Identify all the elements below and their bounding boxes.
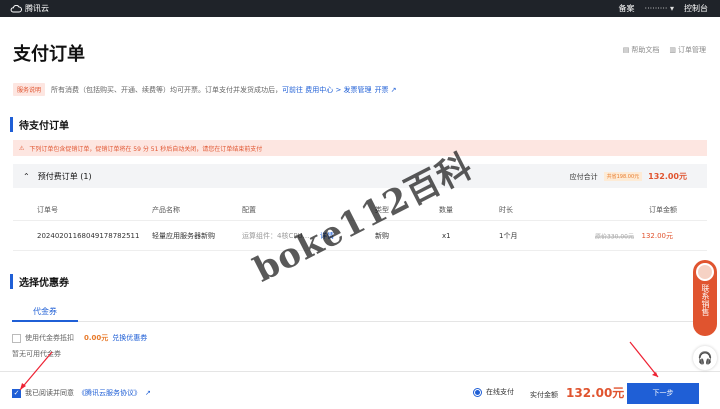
pay-method-option[interactable]: 在线支付 — [473, 387, 514, 397]
promo-warning-text: 下列订单包含促销订单，促销订单将在 59 分 51 秒后自动关闭，请您在订单结束… — [29, 145, 263, 153]
col-config: 配置 — [242, 205, 256, 214]
col-order-no: 订单号 — [37, 205, 58, 214]
issue-invoice-link[interactable]: 开票 — [375, 85, 389, 95]
avatar — [696, 263, 714, 281]
tab-voucher[interactable]: 代金券 — [12, 304, 78, 322]
col-amount: 订单金额 — [649, 205, 677, 214]
pending-orders-heading: 待支付订单 — [10, 117, 69, 132]
pay-amount-label: 实付金额 — [530, 391, 558, 399]
contact-sales-label: 联系销售 — [701, 284, 710, 316]
brand-name: 腾讯云 — [25, 4, 49, 13]
prepaid-order-group[interactable]: ⌃ 预付费订单 (1) 应付合计 共省198.00元 132.00元 — [13, 164, 707, 188]
agreement-link[interactable]: 《腾讯云服务协议》 — [78, 388, 141, 398]
promo-warning: ⚠ 下列订单包含促销订单，促销订单将在 59 分 51 秒后自动关闭，请您在订单… — [13, 140, 707, 156]
notice-text: 所有消费（包括购买、开通、续费等）均可开票。订单支付并发货成功后， — [51, 85, 283, 94]
external-link-icon: ↗ — [390, 85, 397, 94]
order-number: 20240201168049178782511 — [37, 231, 140, 240]
col-product: 产品名称 — [152, 205, 180, 214]
headset-icon[interactable]: 🎧 — [693, 346, 717, 370]
doc-icon: ▤ — [622, 46, 630, 54]
invoice-link[interactable]: 可前往 费用中心 > 发票管理 — [282, 85, 372, 95]
redeem-coupon-link[interactable]: 兑换优惠券 — [112, 333, 147, 343]
brand-logo[interactable]: 腾讯云 — [10, 3, 49, 14]
coupon-tabs: 代金券 — [12, 304, 712, 322]
duration: 1个月 — [499, 231, 518, 240]
col-qty: 数量 — [439, 205, 453, 214]
order-management-link[interactable]: ▥ 订单管理 — [669, 45, 706, 55]
console-link[interactable]: 控制台 — [684, 3, 708, 14]
pay-method-radio[interactable] — [473, 387, 482, 397]
pay-amount: 132.00元 — [566, 386, 625, 400]
help-docs-link[interactable]: ▤ 帮助文档 — [623, 45, 660, 55]
total-label: 应付合计 — [569, 172, 598, 181]
group-title-text: 预付费订单 (1) — [37, 172, 92, 181]
service-notice: 服务说明 所有消费（包括购买、开通、续费等）均可开票。订单支付并发货成功后， 可… — [13, 83, 396, 96]
pay-method-label: 在线支付 — [486, 388, 514, 396]
order-mgmt-label: 订单管理 — [678, 46, 706, 54]
top-navbar: 腾讯云 备案 ········· ▾ 控制台 — [0, 0, 720, 17]
quantity: x1 — [442, 231, 451, 240]
user-account-menu[interactable]: ········· ▾ — [645, 4, 674, 13]
next-step-button[interactable]: 下一步 — [627, 383, 699, 404]
total-price: 132.00元 — [648, 172, 687, 181]
page-title: 支付订单 — [13, 44, 85, 65]
service-tag: 服务说明 — [13, 83, 46, 96]
order-price: 132.00元 — [641, 231, 674, 240]
agree-checkbox[interactable]: ✓ — [12, 388, 21, 398]
product-name: 轻量应用服务器新购 — [152, 231, 215, 240]
contact-sales-button[interactable]: 联系销售 — [693, 260, 717, 336]
checkout-bar: ✓ 我已阅读并同意 《腾讯云服务协议》 ↗ 在线支付 实付金额 132.00元 … — [0, 371, 720, 409]
group-title: ⌃ 预付费订单 (1) — [23, 171, 92, 182]
no-voucher-text: 暂无可用代金券 — [12, 350, 61, 358]
coupon-heading: 选择优惠券 — [10, 274, 69, 289]
user-name: ········· — [644, 4, 668, 13]
use-voucher-checkbox[interactable] — [12, 333, 21, 343]
alert-icon: ⚠ — [19, 144, 25, 152]
help-docs-label: 帮助文档 — [631, 46, 660, 54]
filing-link[interactable]: 备案 — [619, 3, 635, 14]
voucher-amount: 0.00元 — [84, 334, 109, 342]
col-duration: 时长 — [499, 205, 513, 214]
use-voucher-label: 使用代金券抵扣 — [25, 334, 74, 342]
external-link-icon: ↗ — [145, 389, 151, 397]
chevron-up-icon: ⌃ — [23, 172, 30, 181]
chevron-down-icon: ▾ — [669, 4, 674, 13]
list-icon: ▥ — [669, 46, 676, 54]
cloud-icon — [10, 4, 22, 12]
original-price: 原价330.00元 — [595, 233, 634, 240]
savings-badge: 共省198.00元 — [603, 172, 643, 181]
agree-label: 我已阅读并同意 — [25, 389, 74, 397]
